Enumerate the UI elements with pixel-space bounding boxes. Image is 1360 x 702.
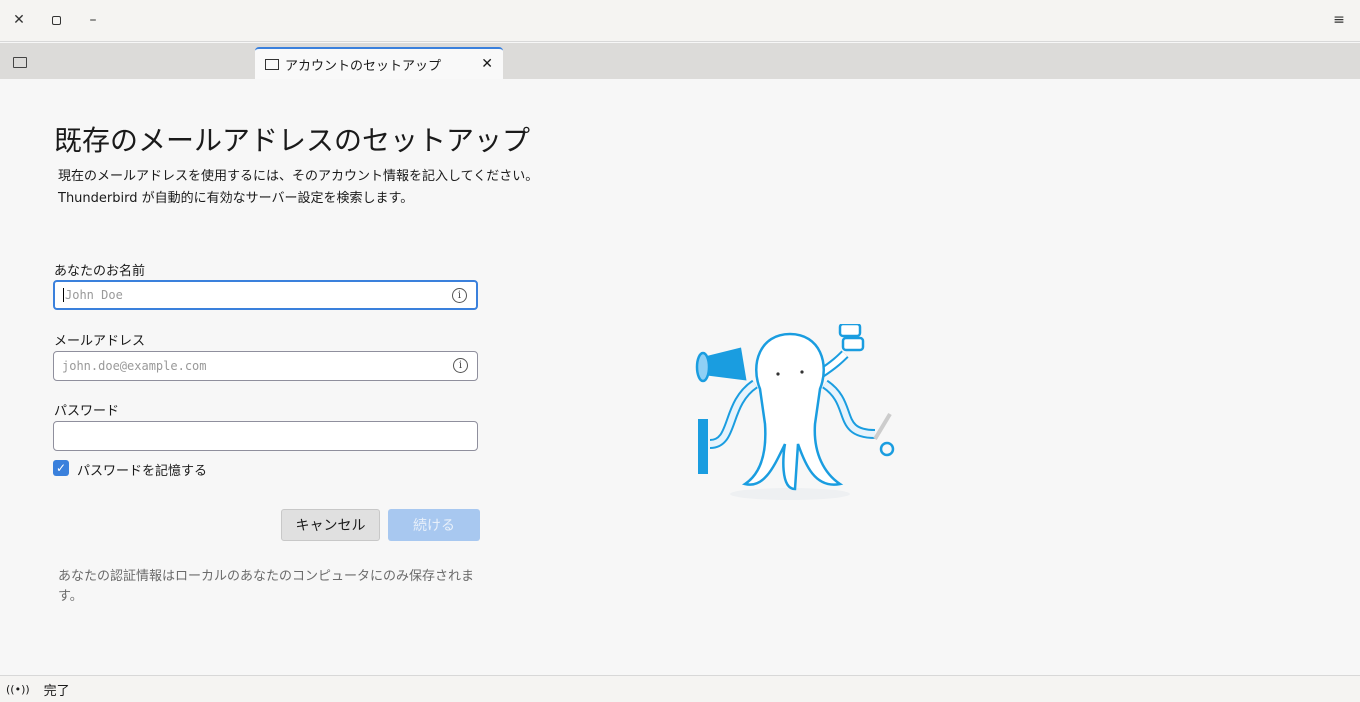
- page-description: 現在のメールアドレスを使用するには、そのアカウント情報を記入してください。 Th…: [58, 166, 538, 210]
- status-text: 完了: [43, 683, 70, 699]
- name-placeholder: John Doe: [63, 288, 123, 302]
- remember-password-checkbox[interactable]: ✓: [53, 460, 69, 476]
- page-title: 既存のメールアドレスのセットアップ: [54, 124, 531, 157]
- minimize-icon[interactable]: –: [83, 10, 103, 30]
- password-label: パスワード: [54, 404, 120, 419]
- restore-icon[interactable]: [46, 10, 66, 30]
- email-label: メールアドレス: [54, 334, 146, 349]
- description-line: Thunderbird が自動的に有効なサーバー設定を検索します。: [58, 191, 414, 206]
- remember-password-label[interactable]: パスワードを記憶する: [77, 460, 207, 479]
- continue-button[interactable]: 続ける: [388, 509, 480, 541]
- cancel-button[interactable]: キャンセル: [281, 509, 380, 541]
- status-bar: ((•)) 完了: [0, 675, 1360, 702]
- account-setup-page: 既存のメールアドレスのセットアップ 現在のメールアドレスを使用するには、そのアカ…: [0, 79, 1360, 675]
- credentials-note: あなたの認証情報はローカルのあなたのコンピュータにのみ保存されます。: [58, 569, 475, 604]
- info-icon[interactable]: i: [453, 358, 468, 373]
- online-status-icon[interactable]: ((•)): [6, 683, 30, 696]
- title-bar: ✕ – ≡: [0, 0, 1360, 42]
- tab-account-setup[interactable]: アカウントのセットアップ ✕: [255, 47, 503, 79]
- octopus-illustration: [695, 324, 895, 500]
- hamburger-icon[interactable]: ≡: [1329, 10, 1349, 30]
- tab-close-icon[interactable]: ✕: [481, 56, 493, 72]
- email-input[interactable]: john.doe@example.com i: [53, 351, 478, 381]
- name-input[interactable]: John Doe i: [53, 280, 478, 310]
- description-line: 現在のメールアドレスを使用するには、そのアカウント情報を記入してください。: [58, 169, 539, 184]
- close-icon[interactable]: ✕: [9, 10, 29, 30]
- tab-bar: アカウントのセットアップ ✕: [0, 43, 1360, 79]
- folder-icon[interactable]: [13, 57, 27, 68]
- email-placeholder: john.doe@example.com: [62, 359, 207, 373]
- mail-add-icon: [265, 58, 279, 70]
- name-label: あなたのお名前: [54, 264, 146, 279]
- password-input[interactable]: [53, 421, 478, 451]
- info-icon[interactable]: i: [452, 288, 467, 303]
- tab-label: アカウントのセットアップ: [285, 58, 442, 74]
